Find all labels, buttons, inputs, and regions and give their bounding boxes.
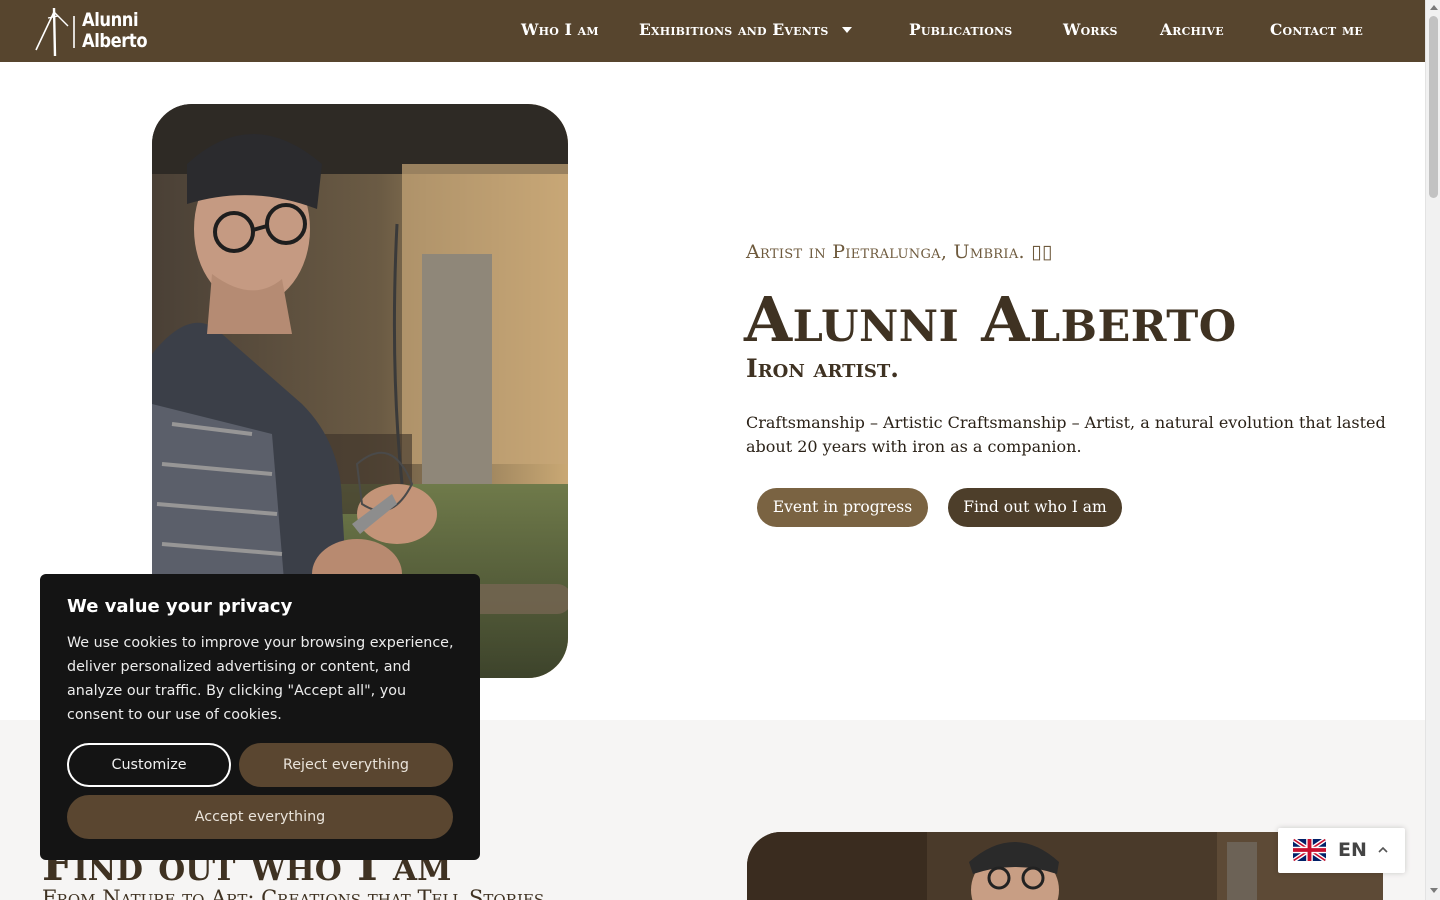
page-title: Alunni Alberto [744,283,1237,356]
page-scrollbar[interactable] [1425,0,1440,900]
accept-all-button[interactable]: Accept everything [67,795,453,839]
find-out-who-i-am-button[interactable]: Find out who I am [948,488,1122,527]
hero-description: Craftsmanship – Artistic Craftsmanship –… [746,413,1386,456]
nav-label: Works [1063,20,1118,39]
main-nav: Who I am Exhibitions and Events Publicat… [0,0,1425,62]
scroll-down-arrow-icon[interactable] [1430,888,1438,893]
nav-item-archive[interactable]: Archive [1160,19,1224,41]
nav-item-works[interactable]: Works [1063,19,1118,41]
event-in-progress-button[interactable]: Event in progress [757,488,928,527]
nav-label: Publications [909,20,1013,39]
chevron-up-icon [1378,846,1388,853]
hero-role: Iron artist. [746,354,900,383]
nav-item-who-i-am[interactable]: Who I am [521,19,599,41]
nav-label: Exhibitions and Events [639,20,829,39]
cookie-title: We value your privacy [67,596,293,617]
nav-label: Who I am [521,20,599,39]
nav-label: Contact me [1270,20,1363,39]
language-switcher[interactable]: EN [1278,828,1405,873]
uk-flag-icon [1293,837,1326,863]
section-subtitle: From Nature to Art: Creations that Tell … [42,886,545,900]
customize-button[interactable]: Customize [67,743,231,787]
cookie-consent-dialog: We value your privacy We use cookies to … [40,574,480,860]
chevron-down-icon[interactable] [842,27,853,33]
nav-label: Archive [1160,20,1224,39]
site-header: Alunni Alberto Who I am Exhibitions and … [0,0,1425,62]
nav-item-publications[interactable]: Publications [909,19,1012,41]
hero-subtitle: Artist in Pietralunga, Umbria. ▯▯ [746,241,1053,263]
cookie-message: We use cookies to improve your browsing … [67,635,454,723]
scroll-up-arrow-icon[interactable] [1430,5,1438,10]
scroll-thumb[interactable] [1429,16,1438,198]
nav-item-exhibitions[interactable]: Exhibitions and Events [639,19,853,41]
language-code: EN [1338,839,1367,861]
nav-item-contact[interactable]: Contact me [1270,19,1363,41]
reject-all-button[interactable]: Reject everything [239,743,453,787]
